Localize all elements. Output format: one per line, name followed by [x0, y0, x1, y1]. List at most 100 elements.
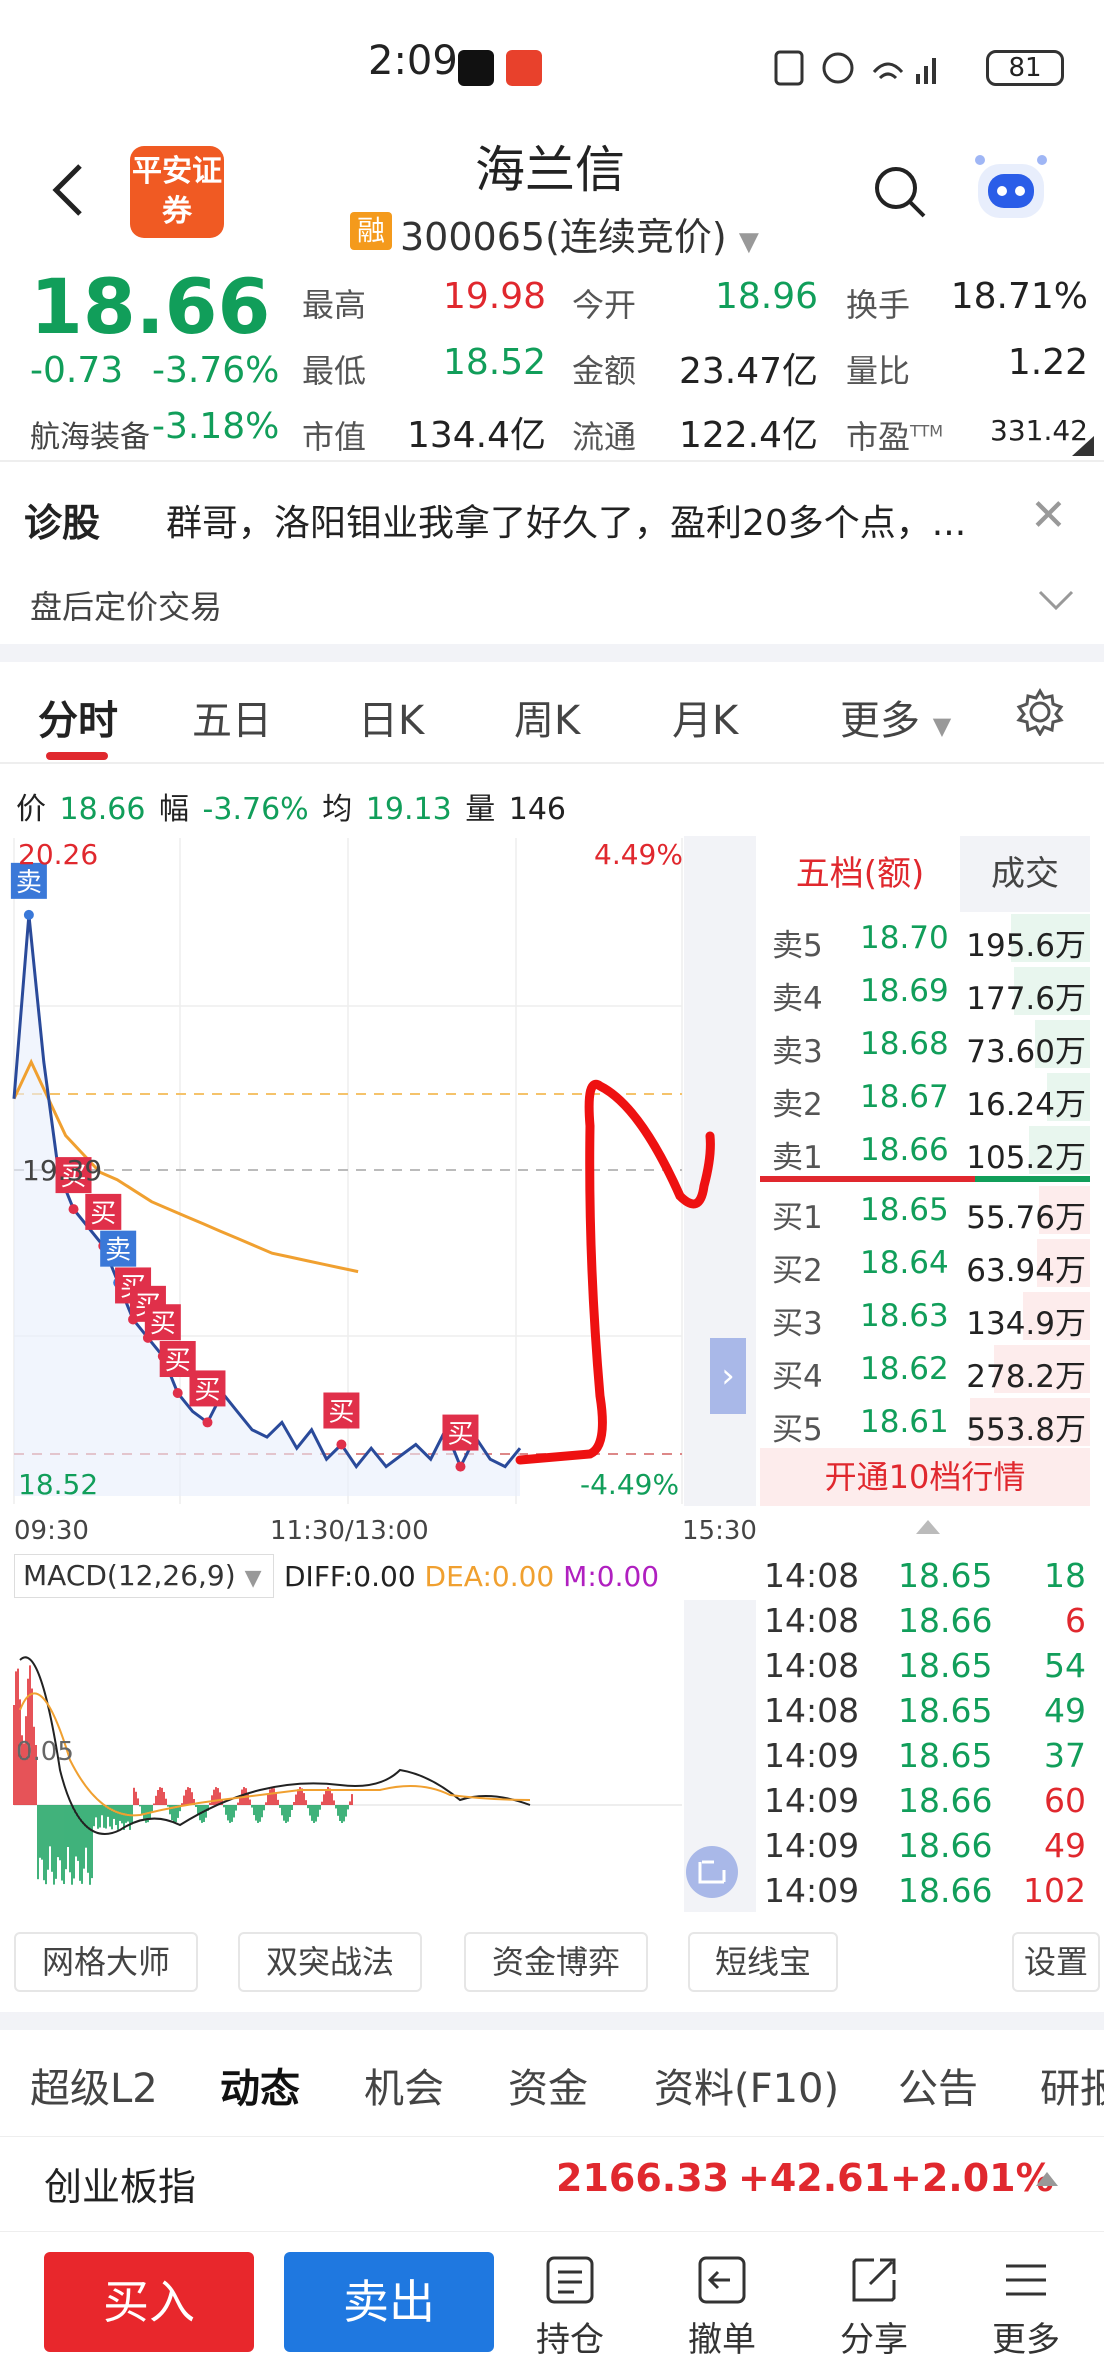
level-volume: 278.2万 [966, 1359, 1086, 1395]
tab-capital[interactable]: 资金 [508, 2056, 588, 2114]
capital-game-button[interactable]: 资金博弈 [464, 1932, 648, 1992]
cancel-order-icon [698, 2256, 746, 2304]
tick-row: 14:09 18.66 60 [760, 1777, 1090, 1821]
tab-research[interactable]: 研报 [1040, 2056, 1104, 2114]
buy-level-row[interactable]: 买1 18.65 55.76万 [760, 1184, 1090, 1237]
tab-deals[interactable]: 成交 [960, 836, 1090, 912]
position-button[interactable]: 持仓 [520, 2254, 620, 2361]
level-price: 18.70 [860, 920, 949, 956]
tab-super-l2[interactable]: 超级L2 [30, 2056, 158, 2114]
chevron-right-icon[interactable]: › [710, 1338, 746, 1414]
info-range-label: 幅 [158, 792, 189, 827]
level-price: 18.65 [860, 1192, 949, 1228]
buy-level-row[interactable]: 买2 18.64 63.94万 [760, 1237, 1090, 1290]
cancel-order-button[interactable]: 撤单 [672, 2254, 772, 2361]
tick-time: 14:08 [764, 1556, 860, 1595]
after-hours-trading[interactable]: 盘后定价交易 [30, 582, 222, 628]
tab-announcements[interactable]: 公告 [898, 2056, 978, 2114]
buy-marker-dot [202, 1417, 213, 1428]
huawei-app-icon [506, 50, 542, 86]
chart-bottom-right-pct: -4.49% [580, 1468, 680, 1501]
tools-settings-button[interactable]: 设置 [1012, 1932, 1100, 1992]
news-ticker-text[interactable]: 群哥，洛阳钼业我拿了好久了，盈利20多个点，... [166, 494, 1016, 546]
order-book-divider [975, 1176, 1090, 1182]
chart-bottom-left-price: 18.52 [18, 1468, 99, 1501]
chevron-up-icon[interactable] [916, 1518, 940, 1534]
turnover-value: 18.71% [950, 276, 1088, 317]
level-price: 18.62 [860, 1351, 949, 1387]
upgrade-level10-button[interactable]: 开通10档行情 [760, 1448, 1090, 1506]
level-price: 18.67 [860, 1079, 949, 1115]
chevron-down-icon[interactable] [1036, 580, 1076, 620]
tick-volume: 49 [1044, 1691, 1086, 1730]
tab-opportunity[interactable]: 机会 [364, 2056, 444, 2114]
sell-level-row[interactable]: 卖4 18.69 177.6万 [760, 965, 1090, 1018]
tick-time: 14:09 [764, 1826, 860, 1865]
low-value: 18.52 [442, 342, 546, 383]
macd-selector[interactable]: MACD(12,26,9) ▼ [14, 1554, 274, 1598]
tab-intraday[interactable]: 分时 [38, 688, 118, 746]
share-button[interactable]: 分享 [824, 2254, 924, 2361]
sector-change-pct: -3.18% [152, 406, 280, 447]
corner-expand-icon[interactable] [1072, 436, 1094, 456]
buy-marker-dot [172, 1388, 183, 1399]
high-value: 19.98 [442, 276, 546, 317]
sell-level-row[interactable]: 卖5 18.70 195.6万 [760, 912, 1090, 965]
double-breakout-button[interactable]: 双突战法 [238, 1932, 422, 1992]
tab-f10[interactable]: 资料(F10) [654, 2056, 839, 2114]
stock-code-selector[interactable]: 300065(连续竞价) ▼ [400, 206, 759, 261]
sell-level-row[interactable]: 卖3 18.68 73.60万 [760, 1018, 1090, 1071]
buy-button[interactable]: 买入 [44, 2252, 254, 2352]
sell-marker-label: 卖 [105, 1236, 131, 1266]
order-book-divider [760, 1176, 975, 1182]
market-cap-value: 134.4亿 [406, 415, 546, 456]
position-label: 持仓 [536, 2320, 604, 2360]
tab-five-day[interactable]: 五日 [192, 688, 272, 746]
sector-name[interactable]: 航海装备 [30, 412, 150, 456]
robot-assistant-icon[interactable] [970, 150, 1052, 230]
macd-label: MACD(12,26,9) [23, 1559, 236, 1592]
tab-weekly-k[interactable]: 周K [514, 688, 580, 746]
tab-news-feed[interactable]: 动态 [220, 2056, 300, 2114]
tick-volume: 54 [1044, 1646, 1086, 1685]
tick-volume: 102 [1023, 1871, 1086, 1910]
market-cap-label: 市值 [302, 418, 367, 456]
tick-row: 14:08 18.65 18 [760, 1552, 1090, 1596]
tab-five-levels[interactable]: 五档(额) [760, 836, 960, 912]
buy-level-row[interactable]: 买4 18.62 278.2万 [760, 1343, 1090, 1396]
tick-price: 18.65 [898, 1736, 993, 1775]
sell-button[interactable]: 卖出 [284, 2252, 494, 2352]
current-price: 18.66 [30, 262, 271, 351]
more-button[interactable]: 更多 [976, 2254, 1076, 2361]
gear-icon[interactable] [1016, 688, 1064, 736]
pe-label-text: 市盈 [846, 418, 911, 456]
close-icon[interactable]: ✕ [1030, 490, 1067, 541]
sell-level-row[interactable]: 卖1 18.66 105.2万 [760, 1124, 1090, 1177]
share-icon [852, 2258, 896, 2302]
pe-label: 市盈TTM [846, 412, 943, 458]
time-axis-end: 15:30 [682, 1516, 757, 1546]
macd-chart[interactable]: 0.05 [0, 1600, 756, 1912]
buy-level-row[interactable]: 买5 18.61 553.8万 [760, 1396, 1090, 1449]
search-icon[interactable] [872, 164, 928, 220]
intraday-chart[interactable]: 卖买买卖买买买买买买买 [0, 836, 756, 1512]
short-term-treasure-button[interactable]: 短线宝 [688, 1932, 838, 1992]
buy-marker-dot [68, 1204, 79, 1215]
level-volume: 553.8万 [966, 1412, 1086, 1448]
tab-daily-k[interactable]: 日K [358, 688, 424, 746]
level-price: 18.68 [860, 1026, 949, 1062]
divider [0, 460, 1104, 462]
high-label: 最高 [302, 286, 367, 324]
chevron-up-icon[interactable] [1036, 2170, 1058, 2186]
fullscreen-icon[interactable] [686, 1846, 738, 1898]
tiktok-icon [458, 50, 494, 86]
buy-level-row[interactable]: 买3 18.63 134.9万 [760, 1290, 1090, 1343]
float-cap-value: 122.4亿 [678, 415, 818, 456]
back-button[interactable] [44, 160, 94, 220]
sell-level-row[interactable]: 卖2 18.67 16.24万 [760, 1071, 1090, 1124]
tab-more[interactable]: 更多 ▼ [840, 688, 951, 746]
tab-monthly-k[interactable]: 月K [672, 688, 738, 746]
level-price: 18.61 [860, 1404, 949, 1440]
open-label: 今开 [572, 286, 637, 324]
grid-master-button[interactable]: 网格大师 [14, 1932, 198, 1992]
